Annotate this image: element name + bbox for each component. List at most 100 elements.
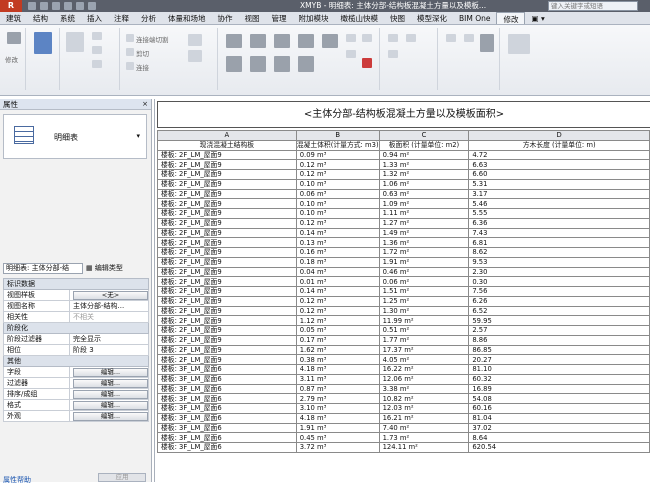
open-icon[interactable] bbox=[28, 2, 36, 10]
table-cell[interactable]: 0.16 m³ bbox=[295, 247, 380, 258]
table-cell[interactable]: 60.32 bbox=[468, 373, 650, 385]
ribbon-tab[interactable]: 修改 bbox=[496, 12, 526, 24]
property-edit-button[interactable]: 编辑... bbox=[73, 367, 148, 377]
table-row[interactable]: 楼板: 2F_LM_屋面9 0.05 m³ 0.51 m² 2.57 bbox=[157, 325, 650, 336]
table-cell[interactable]: 1.30 m² bbox=[378, 305, 470, 317]
table-cell[interactable]: 1.09 m² bbox=[378, 198, 470, 209]
modify-arrow-icon[interactable] bbox=[7, 32, 21, 44]
table-row[interactable]: 楼板: 2F_LM_屋面9 0.09 m³ 0.94 m² 4.72 bbox=[157, 149, 650, 161]
table-cell[interactable]: 0.17 m³ bbox=[295, 334, 380, 346]
column-letter[interactable]: D bbox=[468, 130, 650, 141]
table-cell[interactable]: 16.21 m² bbox=[378, 412, 470, 424]
table-cell[interactable]: 楼板: 2F_LM_屋面9 bbox=[157, 198, 297, 209]
table-cell[interactable]: 楼板: 2F_LM_屋面9 bbox=[157, 217, 297, 229]
rotate-icon[interactable] bbox=[274, 56, 290, 72]
hide-icon[interactable] bbox=[388, 34, 398, 42]
copy-element-icon[interactable] bbox=[250, 56, 266, 72]
table-cell[interactable]: 楼板: 2F_LM_屋面9 bbox=[157, 159, 297, 170]
table-cell[interactable]: 12.03 m² bbox=[378, 403, 470, 414]
delete-icon[interactable] bbox=[362, 58, 372, 68]
table-row[interactable]: 楼板: 2F_LM_屋面9 0.12 m³ 1.25 m² 6.26 bbox=[157, 295, 650, 307]
split-face-icon[interactable] bbox=[188, 50, 202, 62]
pin-icon[interactable] bbox=[346, 50, 356, 58]
table-cell[interactable]: 0.87 m³ bbox=[295, 383, 380, 395]
table-cell[interactable]: 6.52 bbox=[468, 305, 650, 317]
wall-join-icon[interactable] bbox=[188, 34, 202, 46]
properties-help-link[interactable]: 属性帮助 bbox=[3, 475, 31, 485]
table-cell[interactable]: 0.38 m³ bbox=[295, 354, 380, 365]
properties-button-icon[interactable] bbox=[34, 32, 52, 54]
ribbon-tab[interactable]: 插入 bbox=[81, 12, 108, 24]
table-row[interactable]: 楼板: 2F_LM_屋面9 0.01 m³ 0.06 m² 0.30 bbox=[157, 276, 650, 287]
mirror-pick-icon[interactable] bbox=[274, 34, 290, 48]
table-cell[interactable]: 0.10 m³ bbox=[295, 198, 380, 209]
ribbon-tab[interactable]: 注释 bbox=[108, 12, 135, 24]
property-value[interactable]: 主体分部-结构... bbox=[69, 300, 149, 312]
table-cell[interactable]: 0.18 m³ bbox=[295, 256, 380, 268]
table-cell[interactable]: 楼板: 2F_LM_屋面9 bbox=[157, 247, 297, 258]
table-cell[interactable]: 86.85 bbox=[468, 344, 650, 356]
dimension-icon[interactable] bbox=[464, 34, 474, 42]
table-cell[interactable]: 楼板: 2F_LM_屋面9 bbox=[157, 305, 297, 317]
table-cell[interactable]: 楼板: 3F_LM_屋面6 bbox=[157, 403, 297, 414]
table-cell[interactable]: 3.10 m³ bbox=[295, 403, 380, 414]
table-cell[interactable]: 0.12 m³ bbox=[295, 159, 380, 170]
table-cell[interactable]: 16.89 bbox=[468, 383, 650, 395]
table-row[interactable]: 楼板: 2F_LM_屋面9 0.06 m³ 0.63 m² 3.17 bbox=[157, 188, 650, 200]
table-cell[interactable]: 楼板: 2F_LM_屋面9 bbox=[157, 178, 297, 190]
table-row[interactable]: 楼板: 3F_LM_屋面6 3.10 m³ 12.03 m² 60.16 bbox=[157, 403, 650, 414]
trim-icon[interactable] bbox=[298, 56, 314, 72]
column-letter[interactable]: C bbox=[378, 130, 470, 141]
table-cell[interactable]: 楼板: 3F_LM_屋面6 bbox=[157, 383, 297, 395]
table-cell[interactable]: 0.63 m² bbox=[378, 188, 470, 200]
table-cell[interactable]: 8.86 bbox=[468, 334, 650, 346]
search-input[interactable]: 键入关键字或短语 bbox=[548, 1, 638, 11]
table-cell[interactable]: 16.22 m² bbox=[378, 364, 470, 375]
table-cell[interactable]: 楼板: 3F_LM_屋面6 bbox=[157, 442, 297, 453]
table-row[interactable]: 楼板: 2F_LM_屋面9 0.10 m³ 1.06 m² 5.31 bbox=[157, 178, 650, 190]
table-cell[interactable]: 10.82 m² bbox=[378, 393, 470, 404]
table-cell[interactable]: 6.36 bbox=[468, 217, 650, 229]
print-icon[interactable] bbox=[76, 2, 84, 10]
ribbon-tab[interactable]: 附加模块 bbox=[293, 12, 335, 24]
measure-icon[interactable] bbox=[88, 2, 96, 10]
table-cell[interactable]: 3.17 bbox=[468, 188, 650, 200]
table-cell[interactable]: 6.60 bbox=[468, 169, 650, 180]
column-header[interactable]: 方木长度 (计量单位: m) bbox=[468, 139, 650, 151]
table-cell[interactable]: 7.56 bbox=[468, 286, 650, 297]
property-edit-button[interactable]: 编辑... bbox=[73, 378, 148, 388]
table-cell[interactable]: 620.54 bbox=[468, 442, 650, 453]
table-row[interactable]: 楼板: 2F_LM_屋面9 0.14 m³ 1.51 m² 7.56 bbox=[157, 286, 650, 297]
ribbon-tab[interactable]: 视图 bbox=[239, 12, 266, 24]
table-cell[interactable]: 0.94 m² bbox=[378, 149, 470, 161]
table-cell[interactable]: 0.45 m³ bbox=[295, 432, 380, 443]
table-cell[interactable]: 5.31 bbox=[468, 178, 650, 190]
table-row[interactable]: 楼板: 2F_LM_屋面9 0.38 m³ 4.05 m² 20.27 bbox=[157, 354, 650, 365]
table-row[interactable]: 楼板: 2F_LM_屋面9 0.18 m³ 1.91 m² 9.53 bbox=[157, 256, 650, 268]
table-row[interactable]: 楼板: 2F_LM_屋面9 0.17 m³ 1.77 m² 8.86 bbox=[157, 334, 650, 346]
ribbon-tab[interactable]: 分析 bbox=[135, 12, 162, 24]
table-row[interactable]: 楼板: 2F_LM_屋面9 0.14 m³ 1.49 m² 7.43 bbox=[157, 227, 650, 239]
table-cell[interactable]: 6.81 bbox=[468, 237, 650, 248]
ribbon-tab[interactable]: 管理 bbox=[266, 12, 293, 24]
property-edit-button[interactable]: 编辑... bbox=[73, 400, 148, 410]
table-cell[interactable]: 1.06 m² bbox=[378, 178, 470, 190]
table-cell[interactable]: 楼板: 3F_LM_屋面6 bbox=[157, 364, 297, 375]
table-cell[interactable]: 楼板: 3F_LM_屋面6 bbox=[157, 432, 297, 443]
table-cell[interactable]: 1.33 m² bbox=[378, 159, 470, 170]
table-cell[interactable]: 1.72 m² bbox=[378, 247, 470, 258]
table-cell[interactable]: 4.72 bbox=[468, 149, 650, 161]
table-cell[interactable]: 2.30 bbox=[468, 266, 650, 278]
table-cell[interactable]: 3.38 m² bbox=[378, 383, 470, 395]
table-cell[interactable]: 0.12 m³ bbox=[295, 305, 380, 317]
close-icon[interactable]: × bbox=[142, 99, 148, 110]
table-cell[interactable]: 1.36 m² bbox=[378, 237, 470, 248]
cut-geometry-icon[interactable] bbox=[126, 48, 134, 56]
column-header[interactable]: 混凝土体积(计量方式: m3) bbox=[295, 139, 380, 151]
table-cell[interactable]: 17.37 m² bbox=[378, 344, 470, 356]
table-cell[interactable]: 0.10 m³ bbox=[295, 178, 380, 190]
table-cell[interactable]: 1.77 m² bbox=[378, 334, 470, 346]
table-cell[interactable]: 54.08 bbox=[468, 393, 650, 404]
table-cell[interactable]: 1.73 m² bbox=[378, 432, 470, 443]
table-cell[interactable]: 6.63 bbox=[468, 159, 650, 170]
